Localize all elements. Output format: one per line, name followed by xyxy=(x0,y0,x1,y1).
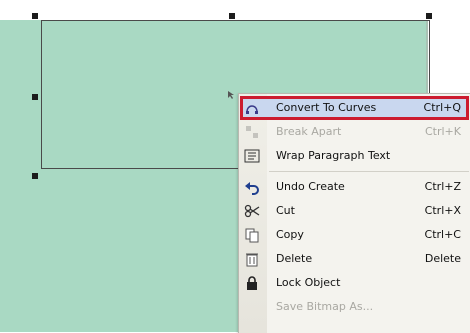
menu-item-copy[interactable]: Copy Ctrl+C xyxy=(239,223,470,247)
menu-item-wrap-paragraph-text[interactable]: Wrap Paragraph Text xyxy=(239,144,470,168)
selection-handle-top-right[interactable] xyxy=(426,13,432,19)
menu-separator xyxy=(269,171,469,172)
selection-handle-top-left[interactable] xyxy=(32,13,38,19)
lock-icon xyxy=(244,275,260,291)
menu-item-shortcut: Delete xyxy=(424,252,461,265)
menu-item-shortcut: Ctrl+X xyxy=(424,204,461,217)
trash-icon xyxy=(244,251,260,267)
selection-handle-bottom-left[interactable] xyxy=(32,173,38,179)
menu-item-lock-object[interactable]: Lock Object xyxy=(239,271,470,295)
selection-handle-top-middle[interactable] xyxy=(229,13,235,19)
menu-item-delete[interactable]: Delete Delete xyxy=(239,247,470,271)
menu-item-label: Lock Object xyxy=(276,276,341,289)
convert-curves-icon xyxy=(244,100,260,116)
menu-item-label: Convert To Curves xyxy=(276,101,377,114)
copy-icon xyxy=(244,227,260,243)
menu-item-shortcut: Ctrl+Q xyxy=(423,101,461,114)
break-apart-icon xyxy=(244,124,260,140)
cursor-icon xyxy=(228,91,234,99)
menu-item-label: Cut xyxy=(276,204,295,217)
menu-item-save-bitmap-as[interactable]: Save Bitmap As... xyxy=(239,295,470,319)
menu-item-label: Undo Create xyxy=(276,180,345,193)
menu-item-shortcut: Ctrl+Z xyxy=(424,180,461,193)
menu-item-convert-to-curves[interactable]: Convert To Curves Ctrl+Q xyxy=(239,96,470,120)
context-menu: Convert To Curves Ctrl+Q Break Apart Ctr… xyxy=(238,93,470,333)
partial-label xyxy=(227,90,237,103)
menu-item-label: Copy xyxy=(276,228,304,241)
menu-item-label: Save Bitmap As... xyxy=(276,300,374,313)
menu-item-label: Break Apart xyxy=(276,125,342,138)
scissors-icon xyxy=(244,203,260,219)
menu-item-undo-create[interactable]: Undo Create Ctrl+Z xyxy=(239,175,470,199)
menu-item-cut[interactable]: Cut Ctrl+X xyxy=(239,199,470,223)
menu-item-shortcut: Ctrl+K xyxy=(424,125,461,138)
menu-item-label: Wrap Paragraph Text xyxy=(276,149,391,162)
menu-item-shortcut: Ctrl+C xyxy=(424,228,461,241)
selection-handle-middle-left[interactable] xyxy=(32,94,38,100)
menu-item-label: Delete xyxy=(276,252,313,265)
undo-icon xyxy=(244,179,260,195)
wrap-text-icon xyxy=(244,148,260,164)
menu-item-break-apart[interactable]: Break Apart Ctrl+K xyxy=(239,120,470,144)
